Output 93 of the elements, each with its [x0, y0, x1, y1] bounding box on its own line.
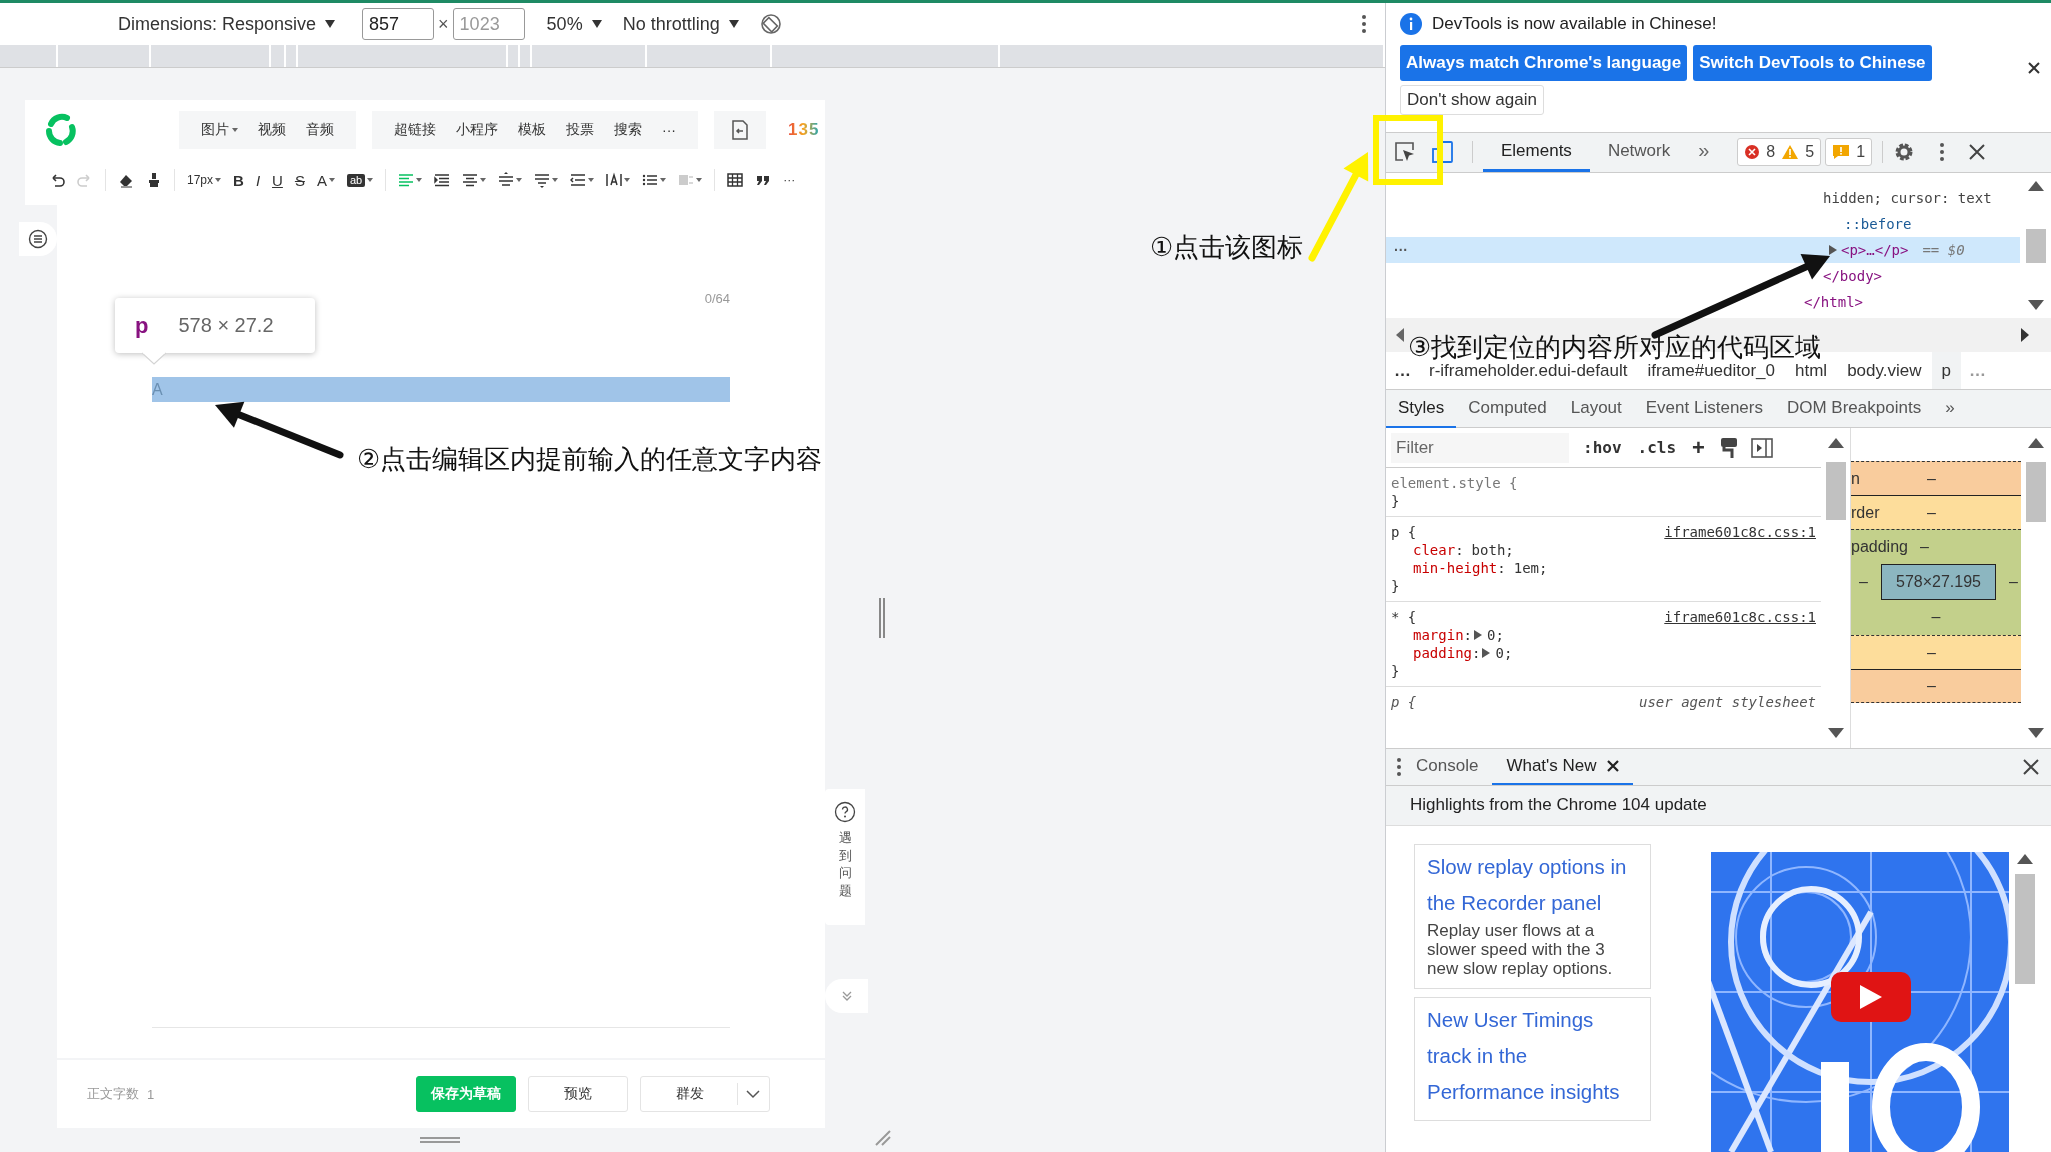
- menu-item[interactable]: 搜索: [604, 121, 652, 139]
- word-count-label: 正文字数: [87, 1085, 139, 1103]
- css-selector: element.style {: [1391, 474, 1518, 493]
- publish-button[interactable]: 群发: [640, 1076, 771, 1112]
- box-value: –: [1927, 677, 1936, 696]
- size-label: 578 × 27.2: [178, 314, 274, 337]
- box-value: –: [2009, 573, 2018, 592]
- hover-state-button[interactable]: :hov: [1581, 438, 1624, 458]
- issues-button[interactable]: 1: [1825, 138, 1873, 167]
- format-button[interactable]: U: [266, 168, 289, 192]
- css-selector: * {: [1391, 608, 1417, 627]
- box-value: –: [1927, 503, 1936, 522]
- css-brace: }: [1391, 662, 1401, 681]
- breadcrumb[interactable]: body.view: [1837, 352, 1932, 390]
- sidebar-tab[interactable]: Layout: [1558, 389, 1634, 428]
- dom-node[interactable]: </html>: [1386, 288, 2020, 315]
- menu-item[interactable]: 模板: [508, 121, 556, 139]
- box-value: –: [1927, 643, 1936, 662]
- news-link[interactable]: New User Timings track in the Performance insights: [1427, 1002, 1638, 1110]
- help-panel[interactable]: 遇到问题: [825, 789, 865, 925]
- annotation-text: ②点击编辑区内提前输入的任意文字内容: [357, 443, 823, 476]
- more-tabs-button[interactable]: »: [1688, 132, 1720, 173]
- css-declaration[interactable]: min-height: 1em;: [1391, 559, 1816, 578]
- sidebar-tab[interactable]: DOM Breakpoints: [1774, 389, 1934, 428]
- content-size: 578×27.195: [1881, 564, 1996, 601]
- box-label: padding: [1851, 538, 1908, 557]
- source-link[interactable]: iframe601c8c.css:1: [1664, 523, 1816, 542]
- format-button[interactable]: ab: [340, 168, 380, 192]
- css-brace: }: [1391, 492, 1401, 511]
- news-card[interactable]: New User Timings track in the Performance insights: [1414, 997, 1651, 1121]
- format-button[interactable]: I: [249, 168, 267, 192]
- box-value: –: [1859, 573, 1868, 592]
- menu-item[interactable]: 音频: [296, 121, 344, 139]
- sidebar-tab[interactable]: Computed: [1456, 389, 1559, 428]
- toolbar-button[interactable]: ···: [777, 168, 802, 192]
- width-field[interactable]: 857: [362, 8, 435, 40]
- css-selector: p {: [1391, 693, 1417, 712]
- drawer-tab[interactable]: Console: [1402, 748, 1493, 786]
- word-count: 1: [147, 1086, 155, 1102]
- issues-counter[interactable]: 8 5: [1737, 138, 1822, 167]
- times-sign: ×: [438, 13, 449, 35]
- box-label: rder: [1851, 503, 1880, 522]
- css-declaration[interactable]: clear: both;: [1391, 541, 1816, 560]
- annotation-text: ①点击该图标: [1150, 231, 1304, 264]
- dom-node[interactable]: hidden; cursor: text: [1386, 184, 2020, 211]
- language-button[interactable]: Switch DevTools to Chinese: [1693, 45, 1932, 81]
- language-button[interactable]: Always match Chrome's language: [1400, 45, 1688, 81]
- source-label: user agent stylesheet: [1639, 693, 1816, 712]
- css-selector: p {: [1391, 523, 1417, 542]
- box-label: n: [1851, 469, 1860, 488]
- more-button[interactable]: ···: [1394, 236, 1408, 263]
- height-field[interactable]: 1023: [452, 8, 525, 40]
- menu-item[interactable]: 超链接: [384, 121, 446, 139]
- source-link[interactable]: iframe601c8c.css:1: [1664, 608, 1816, 627]
- menu-item[interactable]: 视频: [248, 121, 296, 139]
- css-declaration[interactable]: padding: 0;: [1391, 644, 1816, 663]
- panel-tab[interactable]: Elements: [1483, 132, 1590, 173]
- breadcrumb[interactable]: p: [1931, 352, 1961, 390]
- new-rule-button[interactable]: +: [1690, 434, 1707, 461]
- dimensions-dropdown[interactable]: Dimensions: Responsive: [118, 13, 337, 35]
- zoom-dropdown[interactable]: 50%: [546, 13, 603, 35]
- menu-item[interactable]: ···: [652, 122, 686, 138]
- preview-button[interactable]: 预览: [528, 1076, 629, 1112]
- box-value: –: [1919, 538, 1929, 557]
- tag-label: p: [135, 312, 149, 339]
- format-button[interactable]: S: [288, 168, 311, 192]
- title-counter: 0/64: [704, 291, 730, 308]
- news-link[interactable]: Slow replay options in the Recorder panel: [1427, 849, 1638, 921]
- menu-item[interactable]: 图片: [191, 121, 248, 139]
- more-tabs-button[interactable]: »: [1933, 389, 1967, 428]
- sidebar-tab[interactable]: Event Listeners: [1633, 389, 1775, 428]
- box-value: –: [1927, 469, 1936, 488]
- news-description: Replay user flows at a slower speed with the 3 new slow replay options.: [1427, 921, 1614, 978]
- filter-field[interactable]: Filter: [1391, 432, 1569, 463]
- news-card[interactable]: Slow replay options in the Recorder panel Replay user flows at a slower speed with the 3 new slow replay options.: [1414, 844, 1651, 989]
- throttling-dropdown[interactable]: No throttling: [622, 13, 740, 35]
- dom-node[interactable]: ::before: [1386, 210, 2020, 237]
- format-button[interactable]: A: [310, 168, 341, 192]
- annotation-text: ③找到定位的内容所对应的代码区域: [1408, 331, 1822, 364]
- css-brace: }: [1391, 577, 1401, 596]
- menu-item[interactable]: 小程序: [446, 121, 508, 139]
- info-message: DevTools is now available in Chinese!: [1432, 14, 1717, 34]
- highlights-heading: Highlights from the Chrome 104 update: [1386, 785, 2051, 826]
- panel-tab[interactable]: Network: [1589, 132, 1689, 173]
- format-button[interactable]: B: [227, 168, 250, 192]
- dom-node[interactable]: ··· <p>…</p> == $0: [1386, 236, 2020, 263]
- menu-item[interactable]: 投票: [556, 121, 604, 139]
- dismiss-button[interactable]: Don't show again: [1400, 85, 1544, 115]
- dom-node[interactable]: </body>: [1386, 262, 2020, 289]
- toolbar-button[interactable]: 17px: [181, 168, 228, 192]
- class-button[interactable]: .cls: [1635, 438, 1679, 458]
- css-declaration[interactable]: margin: 0;: [1391, 626, 1816, 645]
- box-value: –: [1931, 608, 1941, 627]
